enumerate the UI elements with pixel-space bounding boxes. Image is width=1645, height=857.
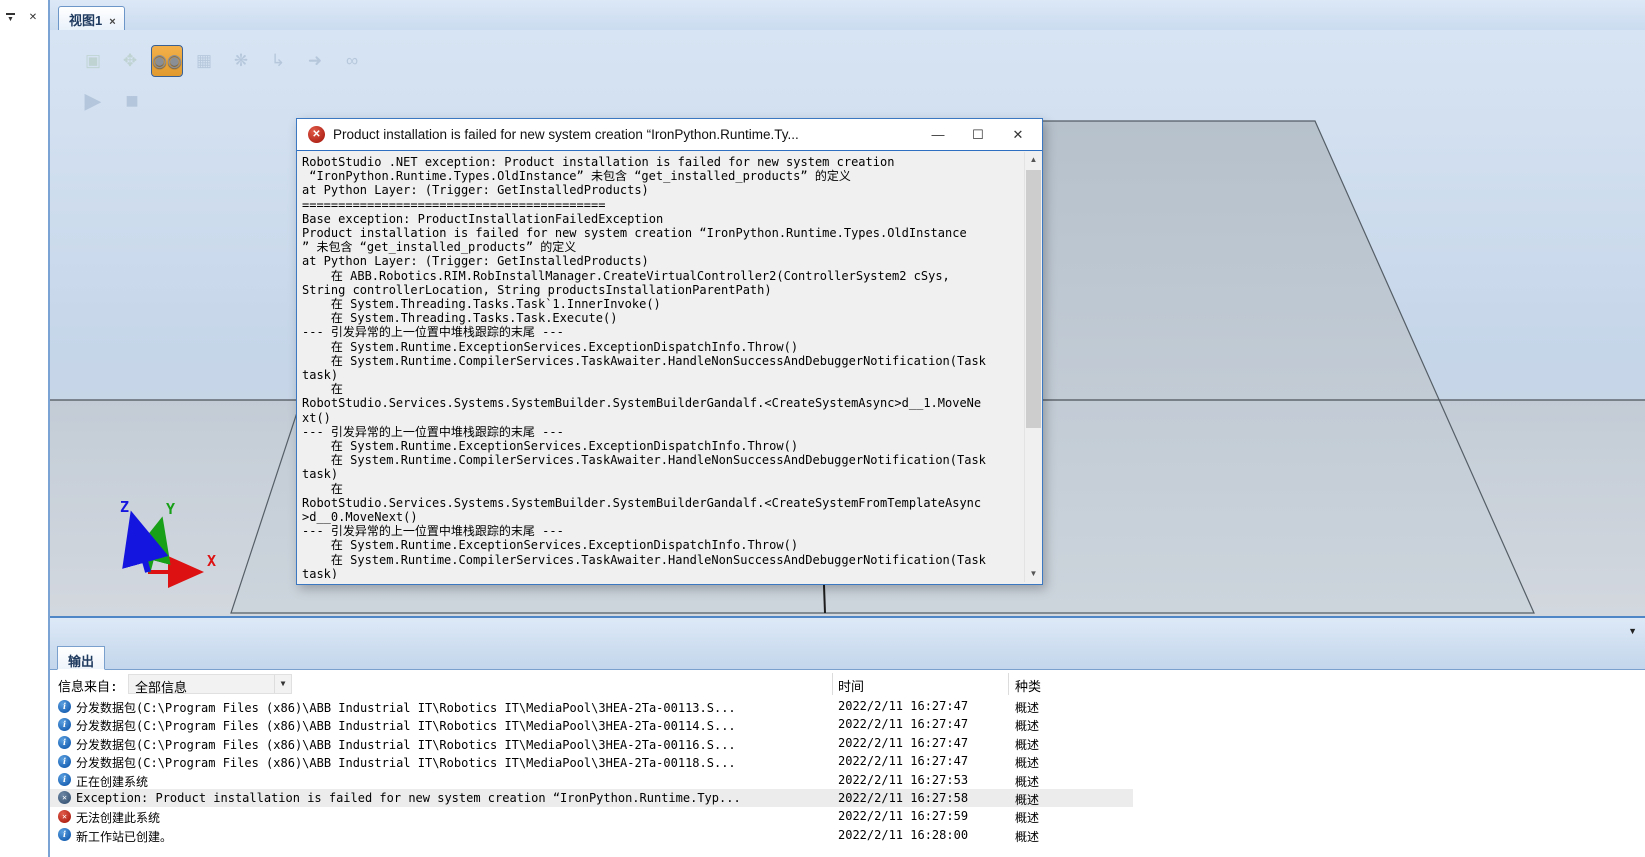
- log-severity-icon: i: [58, 828, 71, 841]
- view-all-icon[interactable]: ▣: [78, 46, 108, 76]
- output-log-row[interactable]: ✕ Exception: Product installation is fai…: [50, 789, 1133, 807]
- output-panel: ▼ 输出 信息来自: 全部信息 ▼ 时间 种类 i 分发数据包(C:\Progr…: [50, 618, 1645, 857]
- tab-close-icon[interactable]: ×: [109, 16, 115, 28]
- column-separator: [832, 673, 833, 695]
- output-tab[interactable]: 输出: [57, 646, 105, 670]
- log-message: 分发数据包(C:\Program Files (x86)\ABB Industr…: [76, 699, 828, 716]
- z-axis-arrow: [134, 522, 148, 572]
- grid-snap-icon[interactable]: ▦: [189, 46, 219, 76]
- log-category: 概述: [1015, 699, 1039, 716]
- log-time: 2022/2/11 16:27:47: [838, 699, 968, 713]
- viewport-toolbar-row1: ▣✥◉◉▦❋↳➜∞: [78, 46, 367, 76]
- zoom-to-fit-icon[interactable]: ✥: [115, 46, 145, 76]
- output-log-row[interactable]: i 新工作站已创建。 2022/2/11 16:28:00 概述: [50, 826, 1133, 844]
- output-pulldown-icon[interactable]: ▼: [1628, 626, 1637, 636]
- panel-pulldown-icon[interactable]: ▼: [6, 13, 15, 25]
- log-category: 概述: [1015, 717, 1039, 734]
- log-message: Exception: Product installation is faile…: [76, 791, 828, 805]
- scroll-down-icon[interactable]: ▼: [1025, 566, 1042, 582]
- log-category: 概述: [1015, 809, 1039, 826]
- coordinate-triad: X Y Z: [108, 498, 218, 588]
- log-category: 概述: [1015, 773, 1039, 790]
- output-filter-row: 信息来自: 全部信息 ▼ 时间 种类: [50, 671, 1645, 697]
- snap-mode-icon[interactable]: ❋: [226, 46, 256, 76]
- output-log-row[interactable]: i 分发数据包(C:\Program Files (x86)\ABB Indus…: [50, 752, 1133, 770]
- log-time: 2022/2/11 16:27:47: [838, 736, 968, 750]
- log-category: 概述: [1015, 736, 1039, 753]
- panel-close-icon[interactable]: ✕: [25, 10, 41, 26]
- dialog-title-bar[interactable]: ✕ Product installation is failed for new…: [297, 119, 1042, 151]
- log-message: 分发数据包(C:\Program Files (x86)\ABB Industr…: [76, 754, 828, 771]
- output-log-row[interactable]: i 分发数据包(C:\Program Files (x86)\ABB Indus…: [50, 715, 1133, 733]
- stop-icon[interactable]: ■: [117, 86, 147, 116]
- robotstudio-window: ▼ ✕ 视图1× ▣✥◉◉▦❋↳➜∞ ▶■: [0, 0, 1645, 857]
- viewport-toolbar-row2: ▶■: [78, 86, 147, 116]
- log-time: 2022/2/11 16:27:58: [838, 791, 968, 805]
- z-axis-label: Z: [120, 498, 129, 516]
- combo-arrow-icon[interactable]: ▼: [274, 675, 291, 693]
- y-axis-arrow: [148, 526, 160, 572]
- log-severity-icon: i: [58, 718, 71, 731]
- dialog-title: Product installation is failed for new s…: [333, 127, 918, 142]
- output-log-row[interactable]: i 分发数据包(C:\Program Files (x86)\ABB Indus…: [50, 734, 1133, 752]
- log-severity-icon: i: [58, 755, 71, 768]
- filter-label: 信息来自:: [58, 676, 118, 695]
- filter-combobox[interactable]: 全部信息 ▼: [128, 674, 292, 694]
- minimize-button[interactable]: —: [918, 122, 958, 148]
- log-category: 概述: [1015, 791, 1039, 808]
- column-header-time[interactable]: 时间: [838, 676, 864, 695]
- output-log-row[interactable]: i 分发数据包(C:\Program Files (x86)\ABB Indus…: [50, 697, 1133, 715]
- play-icon[interactable]: ▶: [78, 86, 108, 116]
- x-axis-label: X: [207, 552, 216, 570]
- close-button[interactable]: ✕: [998, 122, 1038, 148]
- log-message: 分发数据包(C:\Program Files (x86)\ABB Industr…: [76, 736, 828, 753]
- column-separator: [1008, 673, 1009, 695]
- log-message: 无法创建此系统: [76, 809, 828, 826]
- linked-objects-icon[interactable]: ∞: [337, 46, 367, 76]
- log-message: 正在创建系统: [76, 773, 828, 790]
- log-time: 2022/2/11 16:27:47: [838, 754, 968, 768]
- maximize-button[interactable]: ☐: [958, 122, 998, 148]
- log-category: 概述: [1015, 828, 1039, 845]
- tab-view1-label: 视图1: [69, 13, 102, 28]
- log-time: 2022/2/11 16:27:59: [838, 809, 968, 823]
- log-severity-icon: i: [58, 700, 71, 713]
- tab-view1[interactable]: 视图1 ×: [58, 6, 125, 30]
- log-time: 2022/2/11 16:28:00: [838, 828, 968, 842]
- log-severity-icon: ✕: [58, 810, 71, 823]
- output-log-row[interactable]: ✕ 无法创建此系统 2022/2/11 16:27:59 概述: [50, 807, 1133, 825]
- scroll-up-icon[interactable]: ▲: [1025, 152, 1042, 168]
- frame-axes-icon[interactable]: ↳: [263, 46, 293, 76]
- log-time: 2022/2/11 16:27:47: [838, 717, 968, 731]
- scrollbar-thumb[interactable]: [1026, 170, 1041, 428]
- y-axis-label: Y: [166, 500, 175, 518]
- freehand-move-icon[interactable]: ◉◉: [152, 46, 182, 76]
- error-icon: ✕: [308, 126, 325, 143]
- log-category: 概述: [1015, 754, 1039, 771]
- log-severity-icon: ✕: [58, 791, 71, 804]
- left-collapsed-panel: ▼ ✕: [0, 0, 50, 857]
- filter-value: 全部信息: [135, 681, 187, 696]
- error-dialog: ✕ Product installation is failed for new…: [296, 118, 1043, 585]
- document-tab-bar: 视图1 ×: [50, 0, 1645, 30]
- log-severity-icon: i: [58, 773, 71, 786]
- log-message: 分发数据包(C:\Program Files (x86)\ABB Industr…: [76, 717, 828, 734]
- output-log-list: i 分发数据包(C:\Program Files (x86)\ABB Indus…: [50, 697, 1645, 844]
- column-header-category[interactable]: 种类: [1015, 676, 1041, 695]
- output-log-row[interactable]: i 正在创建系统 2022/2/11 16:27:53 概述: [50, 771, 1133, 789]
- log-message: 新工作站已创建。: [76, 828, 828, 845]
- log-severity-icon: i: [58, 736, 71, 749]
- dialog-body[interactable]: RobotStudio .NET exception: Product inst…: [297, 151, 1020, 579]
- dialog-scrollbar[interactable]: ▲ ▼: [1024, 152, 1041, 582]
- jump-to-icon[interactable]: ➜: [300, 46, 330, 76]
- output-header: ▼ 输出: [50, 618, 1645, 670]
- log-time: 2022/2/11 16:27:53: [838, 773, 968, 787]
